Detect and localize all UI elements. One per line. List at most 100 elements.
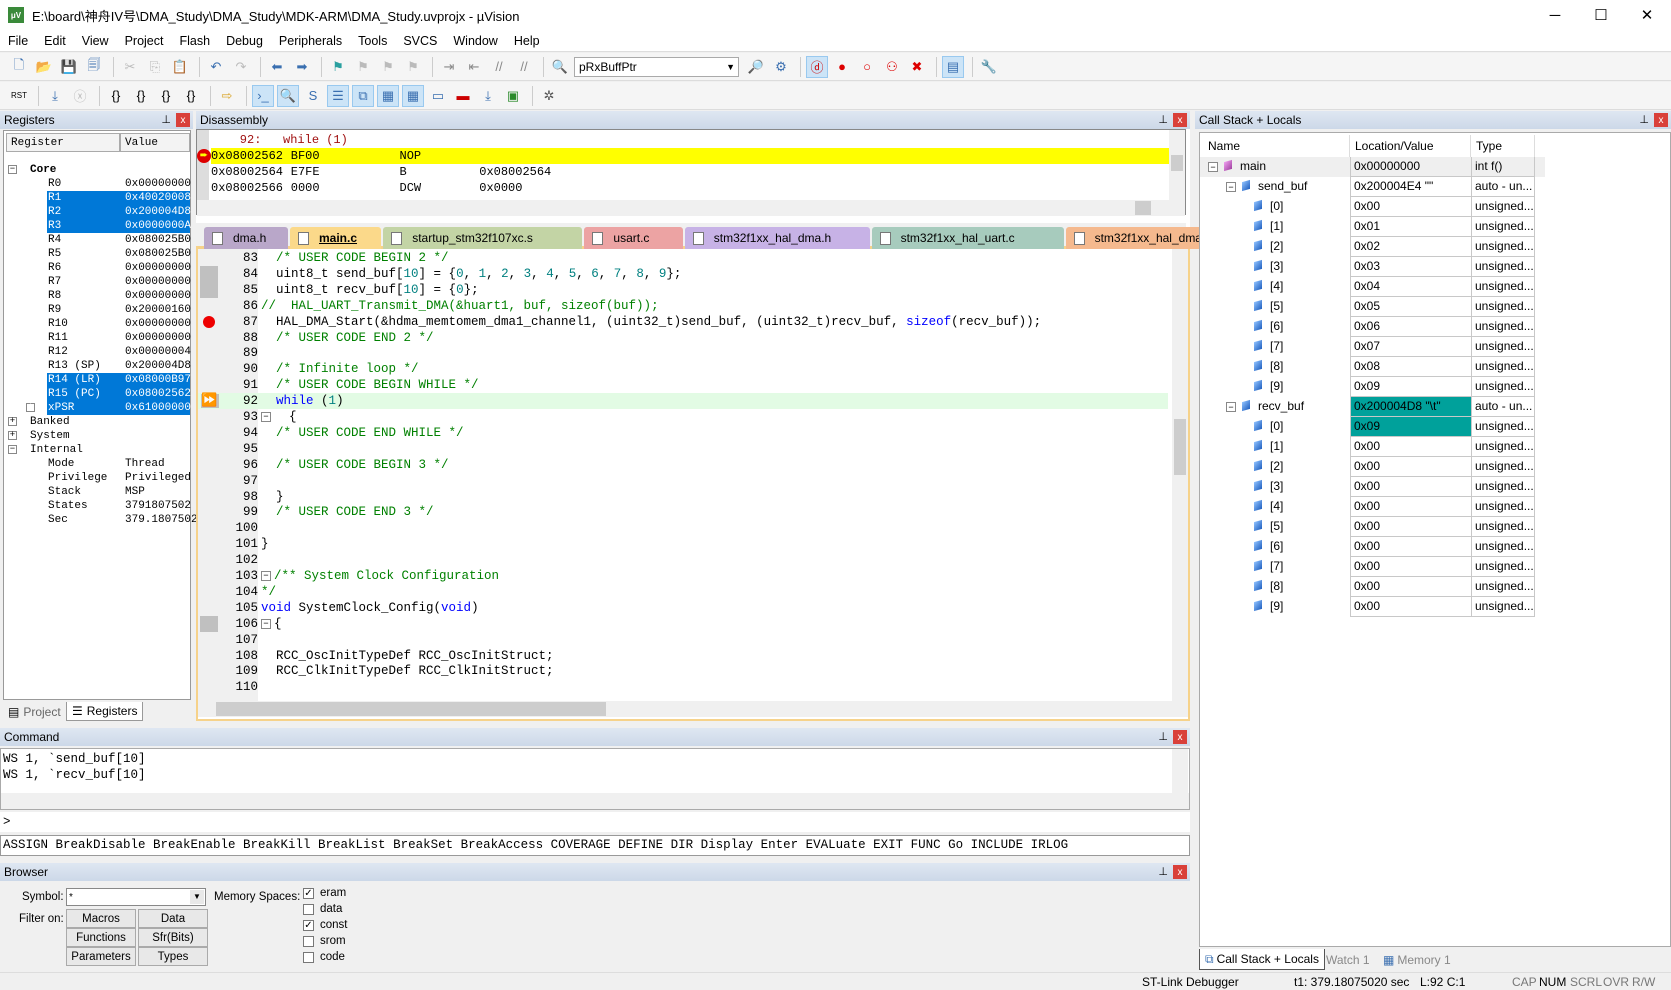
locals-value[interactable]: 0x200004E4 "" <box>1350 177 1471 197</box>
file-tab-usart-c[interactable]: usart.c <box>584 227 683 249</box>
register-row[interactable]: States 3791807502 <box>4 499 191 513</box>
incremental-find-icon[interactable]: 🔎 <box>745 56 767 78</box>
code-line[interactable]: 91 /* USER CODE BEGIN WHILE */ <box>198 377 1168 393</box>
new-file-icon[interactable]: 🗋 <box>8 56 30 78</box>
column-header-register[interactable]: Register <box>6 133 120 152</box>
step-into-icon[interactable]: {} <box>105 85 127 107</box>
expand-icon[interactable]: + <box>26 403 35 412</box>
command-output[interactable]: WS 1, `send_buf[10] WS 1, `recv_buf[10] <box>0 748 1190 810</box>
file-tab-dma-h[interactable]: dma.h <box>204 227 288 249</box>
locals-row[interactable]: [8] 0x00 unsigned... <box>1200 577 1545 597</box>
close-panel-icon[interactable]: x <box>1654 113 1668 127</box>
register-row[interactable]: + xPSR 0x61000000 <box>4 401 191 415</box>
collapse-icon[interactable]: − <box>1226 182 1236 192</box>
locals-value[interactable]: 0x09 <box>1350 417 1471 437</box>
code-line[interactable]: 94 /* USER CODE END WHILE */ <box>198 425 1168 441</box>
pin-icon[interactable]: ⊥ <box>1158 865 1168 878</box>
register-row[interactable]: Stack MSP <box>4 485 190 499</box>
register-row[interactable]: R0 0x00000000 <box>4 177 191 191</box>
system-viewer-icon[interactable]: ▣ <box>502 85 524 107</box>
file-tab-stm32f1xx-hal-uart-c[interactable]: stm32f1xx_hal_uart.c <box>871 227 1064 249</box>
checkbox-code[interactable] <box>303 952 314 963</box>
menu-project[interactable]: Project <box>117 34 172 48</box>
filter-sfr-bits--button[interactable]: Sfr(Bits) <box>138 928 208 947</box>
locals-value[interactable]: 0x00 <box>1350 437 1471 457</box>
locals-value[interactable]: 0x05 <box>1350 297 1471 317</box>
locals-tree[interactable]: Name Location/Value Type − main 0x00000000… <box>1199 132 1671 947</box>
expand-icon[interactable]: + <box>8 417 17 426</box>
checkbox-const[interactable]: ✓ <box>303 920 314 931</box>
trace-windows-icon[interactable]: ⤓ <box>477 85 499 107</box>
code-line[interactable]: 83 /* USER CODE BEGIN 2 */ <box>198 250 1168 266</box>
registers-window-icon[interactable]: ☰ <box>327 84 349 107</box>
toolbox-icon[interactable]: ✲ <box>538 85 560 107</box>
locals-value[interactable]: 0x06 <box>1350 317 1471 337</box>
locals-value[interactable]: 0x00 <box>1350 457 1471 477</box>
locals-row[interactable]: [2] 0x02 unsigned... <box>1200 237 1545 257</box>
locals-value[interactable]: 0x00 <box>1350 537 1471 557</box>
column-header-name[interactable]: Name <box>1200 135 1350 157</box>
code-line[interactable]: 97 <box>198 473 1168 489</box>
file-tab-main-c[interactable]: main.c <box>290 227 382 249</box>
register-row[interactable]: R8 0x00000000 <box>4 289 191 303</box>
redo-icon[interactable]: ↷ <box>230 56 252 78</box>
checkbox-srom[interactable] <box>303 936 314 947</box>
disassembly-row[interactable]: 0x08002566 0000 DCW 0x0000 <box>211 180 1171 196</box>
filter-macros-button[interactable]: Macros <box>66 909 136 928</box>
menu-peripherals[interactable]: Peripherals <box>271 34 350 48</box>
paste-icon[interactable]: 📋 <box>169 56 191 78</box>
file-tab-startup-stm32f107xc-s[interactable]: startup_stm32f107xc.s <box>383 227 583 249</box>
column-header-type[interactable]: Type <box>1471 135 1535 157</box>
close-button[interactable]: ✕ <box>1624 0 1670 30</box>
checkbox-data[interactable] <box>303 904 314 915</box>
insert-breakpoint-icon[interactable]: ● <box>831 56 853 78</box>
locals-row[interactable]: [6] 0x06 unsigned... <box>1200 317 1545 337</box>
run-to-cursor-icon[interactable]: {} <box>180 85 202 107</box>
locals-value[interactable]: 0x00 <box>1350 557 1471 577</box>
collapse-icon[interactable]: − <box>1226 402 1236 412</box>
menu-file[interactable]: File <box>0 34 36 48</box>
register-row[interactable]: R13 (SP) 0x200004D8 <box>4 359 191 373</box>
register-row[interactable]: Mode Thread <box>4 457 190 471</box>
locals-row[interactable]: [1] 0x01 unsigned... <box>1200 217 1545 237</box>
configure-icon[interactable]: 🔧 <box>978 56 1000 78</box>
code-line[interactable]: 102 <box>198 552 1168 568</box>
register-row[interactable]: R5 0x080025B0 <box>4 247 191 261</box>
code-line[interactable]: 101} <box>198 536 1168 552</box>
register-row[interactable]: R14 (LR) 0x08000B97 <box>4 373 191 387</box>
locals-row[interactable]: [8] 0x08 unsigned... <box>1200 357 1545 377</box>
locals-row[interactable]: [0] 0x00 unsigned... <box>1200 197 1545 217</box>
symbols-window-icon[interactable]: S <box>302 85 324 107</box>
code-line[interactable]: 100 <box>198 520 1168 536</box>
checkbox-eram[interactable]: ✓ <box>303 888 314 899</box>
menu-help[interactable]: Help <box>506 34 548 48</box>
pin-icon[interactable]: ⊥ <box>1158 730 1168 743</box>
register-row[interactable]: R12 0x00000004 <box>4 345 191 359</box>
close-panel-icon[interactable]: x <box>1173 113 1187 127</box>
code-editor[interactable]: 83 /* USER CODE BEGIN 2 */84 uint8_t sen… <box>196 249 1190 721</box>
code-line[interactable]: 96 /* USER CODE BEGIN 3 */ <box>198 457 1168 473</box>
open-file-icon[interactable]: 📂 <box>33 56 55 78</box>
disassembly-view[interactable]: 92: while (1) 0x08002562 BF00 NOP ➨ 0x080025… <box>196 129 1186 216</box>
prev-bookmark-icon[interactable]: ⚑ <box>352 56 374 78</box>
locals-row[interactable]: [9] 0x09 unsigned... <box>1200 377 1545 397</box>
locals-value[interactable]: 0x00 <box>1350 597 1471 617</box>
locals-row[interactable]: − main 0x00000000 int f() <box>1200 157 1545 177</box>
menu-flash[interactable]: Flash <box>171 34 218 48</box>
locals-row[interactable]: [7] 0x00 unsigned... <box>1200 557 1545 577</box>
disassembly-vertical-scrollbar[interactable] <box>1169 130 1185 200</box>
register-row[interactable]: R1 0x40020008 <box>4 191 191 205</box>
editor-vertical-scrollbar[interactable] <box>1172 249 1188 701</box>
kill-all-breakpoints-icon[interactable]: ✖ <box>906 56 928 78</box>
file-tab-stm32f1xx-hal-dma-h[interactable]: stm32f1xx_hal_dma.h <box>684 227 870 249</box>
locals-value[interactable]: 0x02 <box>1350 237 1471 257</box>
collapse-icon[interactable]: − <box>8 445 17 454</box>
menu-edit[interactable]: Edit <box>36 34 74 48</box>
filter-parameters-button[interactable]: Parameters <box>66 947 136 966</box>
code-line[interactable]: 90 /* Infinite loop */ <box>198 361 1168 377</box>
register-row[interactable]: R10 0x00000000 <box>4 317 191 331</box>
clear-bookmarks-icon[interactable]: ⚑ <box>402 56 424 78</box>
register-row[interactable]: Sec 379.18075020 <box>4 513 204 527</box>
locals-row[interactable]: [5] 0x05 unsigned... <box>1200 297 1545 317</box>
locals-value[interactable]: 0x00 <box>1350 197 1471 217</box>
